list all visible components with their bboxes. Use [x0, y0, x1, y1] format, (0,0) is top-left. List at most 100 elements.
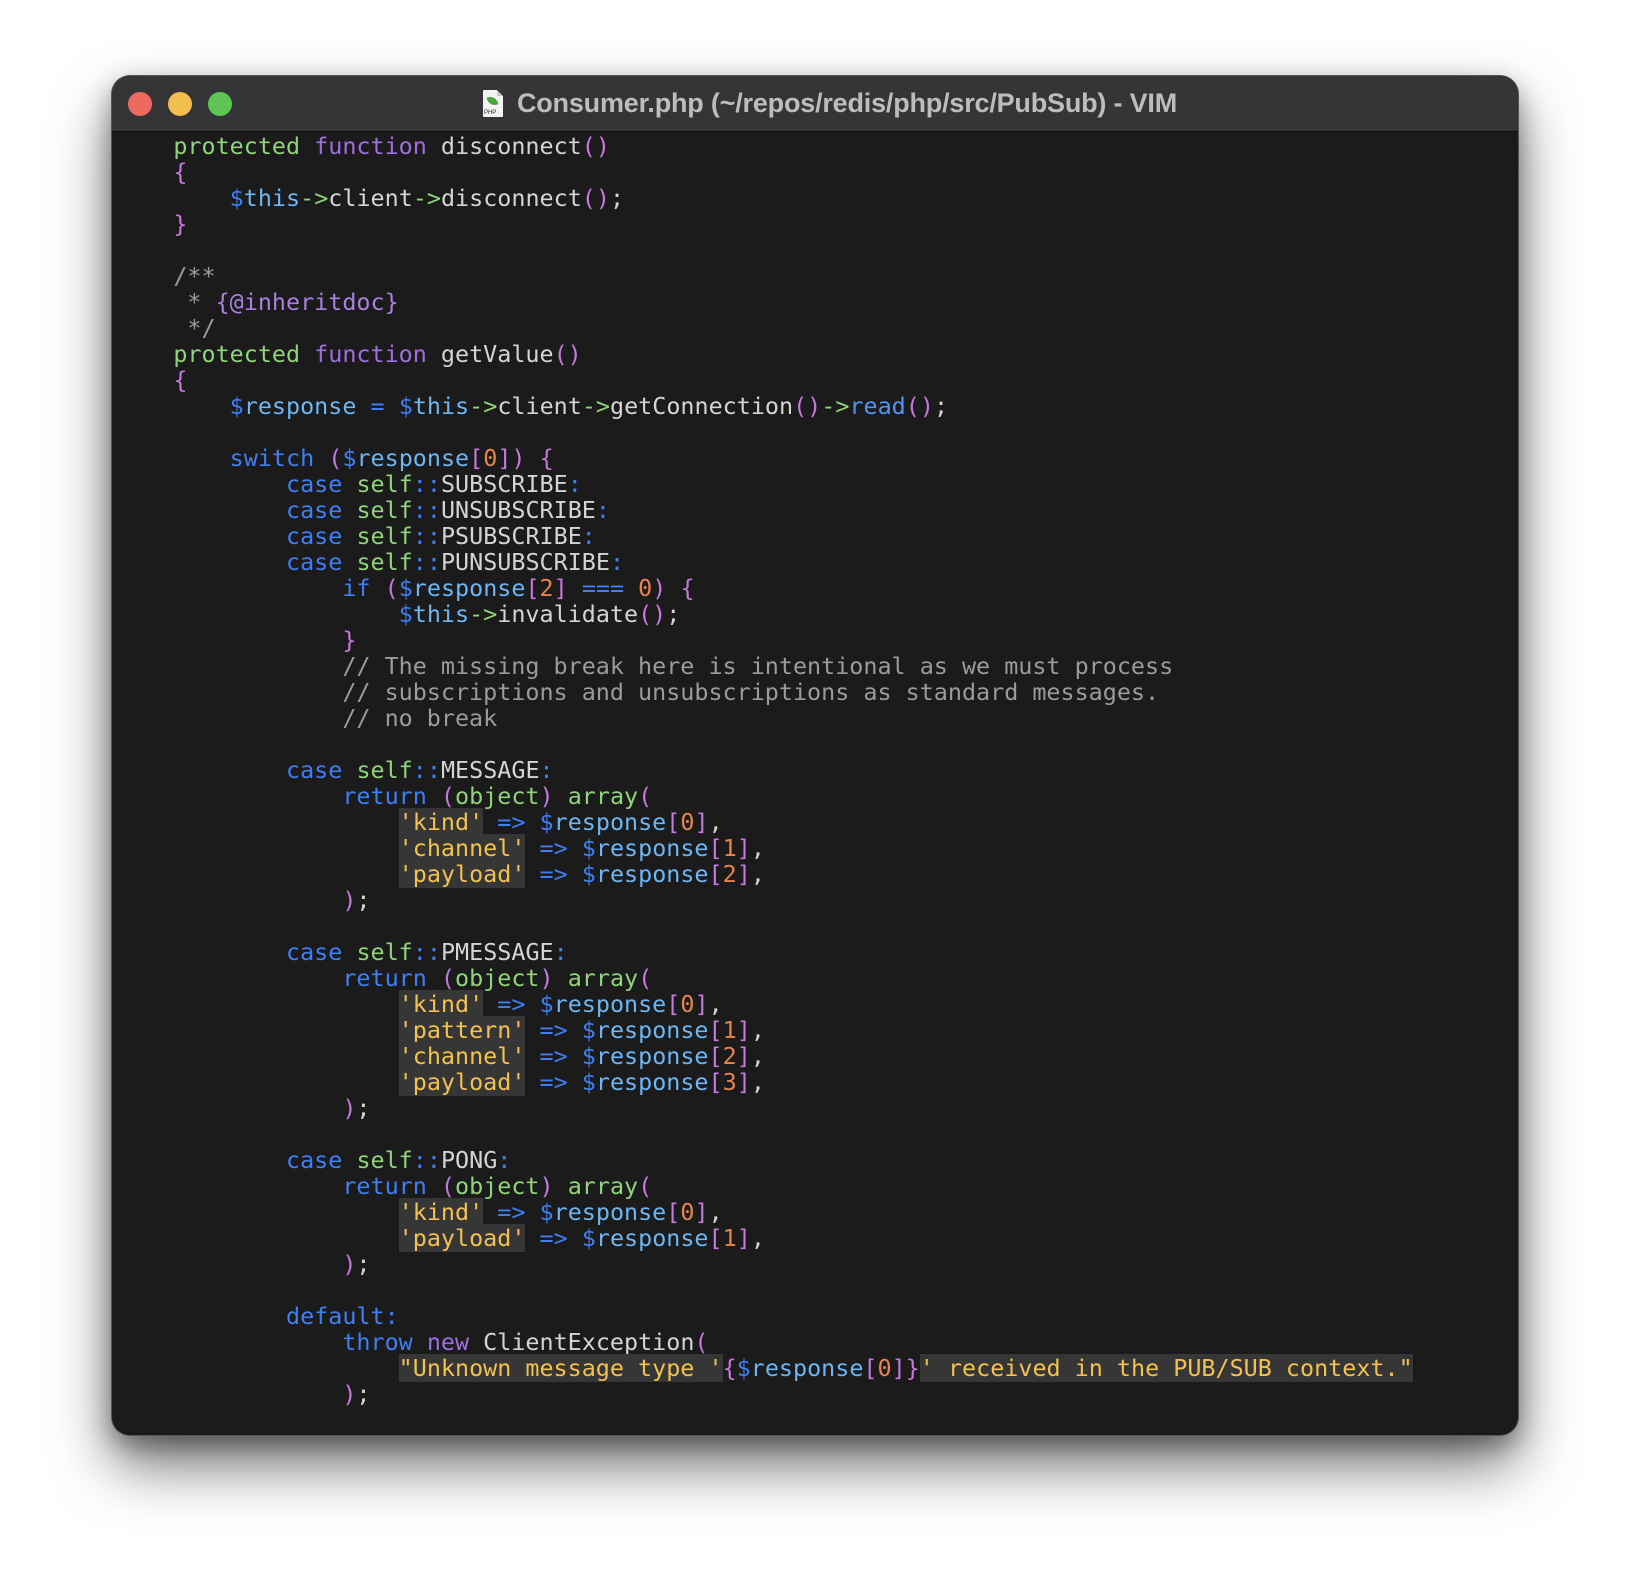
punctuation-token: (	[440, 1172, 456, 1200]
code-text: ClientException	[469, 1328, 695, 1356]
window-title: Consumer.php (~/repos/redis/php/src/PubS…	[516, 88, 1178, 118]
code-line[interactable]: if ($response[2] === 0) {	[117, 575, 1518, 601]
code-line[interactable]: 'kind' => $response[0],	[117, 990, 1518, 1018]
code-line[interactable]: );	[117, 1381, 1518, 1407]
code-line[interactable]: $this->invalidate();	[117, 601, 1518, 627]
code-line[interactable]: }	[117, 627, 1518, 653]
variable-token: response	[595, 860, 709, 888]
code-line[interactable]: $this->client->disconnect();	[117, 185, 1518, 211]
code-line[interactable]: // subscriptions and unsubscriptions as …	[117, 679, 1518, 705]
code-line[interactable]: switch ($response[0]) {	[117, 445, 1518, 471]
variable-sigil: $	[229, 392, 244, 420]
code-line[interactable]: $response = $this->client->getConnection…	[117, 393, 1518, 419]
punctuation-token: ])	[497, 444, 526, 472]
code-line[interactable]: 'payload' => $response[2],	[117, 860, 1518, 888]
code-line[interactable]	[117, 731, 1518, 757]
number-token: 1	[722, 1224, 737, 1252]
code-line[interactable]: case self::PSUBSCRIBE:	[117, 523, 1518, 549]
code-line[interactable]: case self::PUNSUBSCRIBE:	[117, 549, 1518, 575]
code-line[interactable]: * {@inheritdoc}	[117, 289, 1518, 315]
code-text: invalidate	[497, 600, 639, 628]
punctuation-token: ]	[694, 990, 709, 1018]
variable-token: response	[553, 1198, 667, 1226]
code-line[interactable]: case self::SUBSCRIBE:	[117, 471, 1518, 497]
punctuation-token: [	[525, 574, 540, 602]
code-line[interactable]: 'payload' => $response[3],	[117, 1068, 1518, 1096]
code-text: ,	[750, 1016, 765, 1044]
code-line[interactable]: return (object) array(	[117, 965, 1518, 991]
code-line[interactable]: );	[117, 1095, 1518, 1121]
punctuation-token: [	[666, 808, 681, 836]
title-bar[interactable]: PHP Consumer.php (~/repos/redis/php/src/…	[112, 76, 1518, 132]
code-line[interactable]: 'channel' => $response[1],	[117, 834, 1518, 862]
punctuation-token: [	[708, 860, 723, 888]
string-literal: 'kind'	[398, 1198, 484, 1226]
code-line[interactable]: );	[117, 1251, 1518, 1277]
code-line[interactable]	[117, 419, 1518, 445]
storage-token: self	[356, 496, 413, 524]
code-line[interactable]: throw new ClientException(	[117, 1329, 1518, 1355]
code-line[interactable]: return (object) array(	[117, 783, 1518, 809]
variable-sigil: $	[229, 184, 244, 212]
code-line[interactable]	[117, 1277, 1518, 1303]
code-line[interactable]: // no break	[117, 705, 1518, 731]
code-line[interactable]: {	[117, 367, 1518, 393]
code-line[interactable]: return (object) array(	[117, 1173, 1518, 1199]
storage-token: ->	[469, 392, 498, 420]
code-text: PSUBSCRIBE	[440, 522, 582, 550]
code-line[interactable]: /**	[117, 263, 1518, 289]
keyword-token: function	[314, 132, 427, 160]
number-token: 1	[722, 1016, 737, 1044]
vim-window: PHP Consumer.php (~/repos/redis/php/src/…	[112, 76, 1518, 1435]
code-line[interactable]: */	[117, 315, 1518, 341]
code-line[interactable]: 'payload' => $response[1],	[117, 1224, 1518, 1252]
code-line[interactable]: protected function disconnect()	[117, 133, 1518, 159]
code-line[interactable]: protected function getValue()	[117, 341, 1518, 367]
code-line[interactable]: 'kind' => $response[0],	[117, 1198, 1518, 1226]
code-line[interactable]: );	[117, 887, 1518, 913]
code-line[interactable]	[117, 913, 1518, 939]
number-token: 0	[680, 808, 695, 836]
code-line[interactable]: case self::UNSUBSCRIBE:	[117, 497, 1518, 523]
code-line[interactable]: }	[117, 211, 1518, 237]
code-line[interactable]: case self::PMESSAGE:	[117, 939, 1518, 965]
control-token: ::	[412, 548, 441, 576]
string-literal: 'kind'	[398, 808, 484, 836]
comment-token: */	[117, 314, 216, 342]
code-line[interactable]: 'kind' => $response[0],	[117, 808, 1518, 836]
code-text: client	[328, 184, 413, 212]
variable-sigil: $	[736, 1354, 751, 1382]
variable-sigil: $	[539, 990, 554, 1018]
code-line[interactable]	[117, 1121, 1518, 1147]
code-line[interactable]: default:	[117, 1303, 1518, 1329]
control-token: case	[286, 1146, 343, 1174]
variable-token: response	[595, 1016, 709, 1044]
punctuation-token: }	[117, 626, 357, 654]
code-line[interactable]: "Unknown message type '{$response[0]}' r…	[117, 1354, 1518, 1382]
storage-token: ->	[412, 184, 441, 212]
code-line[interactable]: case self::MESSAGE:	[117, 757, 1518, 783]
number-token: 0	[638, 574, 653, 602]
code-line[interactable]: {	[117, 159, 1518, 185]
code-line[interactable]	[117, 237, 1518, 263]
punctuation-token: ()	[553, 340, 582, 368]
control-token: =>	[539, 834, 568, 862]
code-editor[interactable]: protected function disconnect() { $this-…	[117, 133, 1518, 1435]
variable-sigil: $	[539, 1198, 554, 1226]
code-line[interactable]: 'channel' => $response[2],	[117, 1042, 1518, 1070]
code-line[interactable]: 'pattern' => $response[1],	[117, 1016, 1518, 1044]
code-line[interactable]: case self::PONG:	[117, 1147, 1518, 1173]
code-line[interactable]: // The missing break here is intentional…	[117, 653, 1518, 679]
